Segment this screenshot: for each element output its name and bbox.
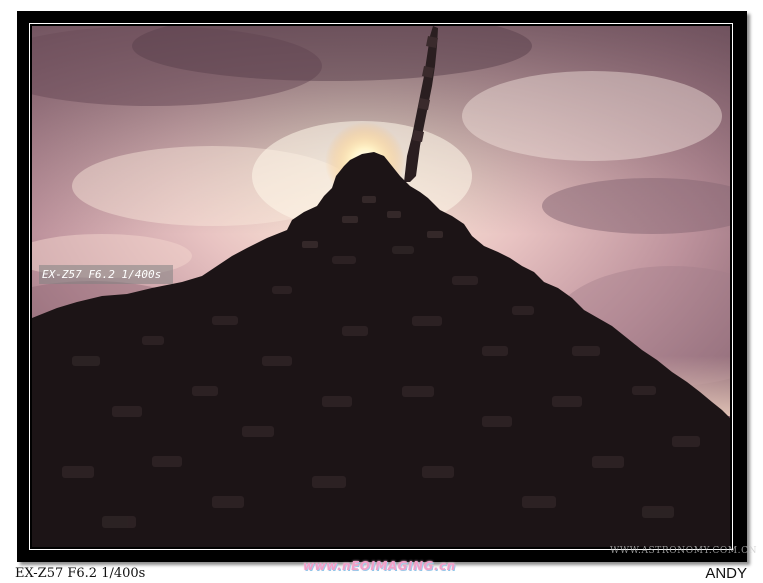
- author-caption: ANDY: [705, 565, 747, 582]
- photo: [32, 26, 730, 547]
- astronomy-watermark: WWW.ASTRONOMY.COM.CN: [610, 546, 758, 556]
- exif-overlay-label: EX-Z57 F6.2 1/400s: [39, 265, 173, 284]
- exif-caption: EX-Z57 F6.2 1/400s: [15, 566, 146, 581]
- photo-scene: [32, 26, 730, 547]
- site-watermark: www.nEOIMAGING.cn: [303, 559, 456, 573]
- photo-frame: [17, 11, 747, 562]
